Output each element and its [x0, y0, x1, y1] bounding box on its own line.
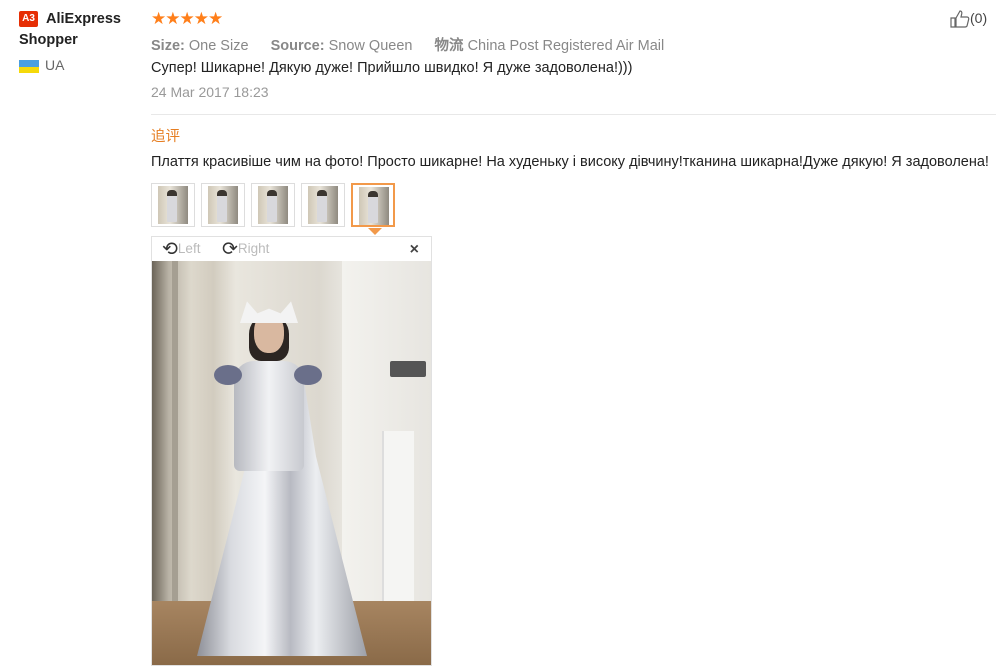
size-value: One Size	[188, 38, 249, 54]
rotate-right-button[interactable]: ⟳Right	[222, 238, 269, 261]
ukraine-flag-icon	[19, 60, 39, 73]
divider	[151, 114, 996, 115]
additional-feedback-title: 追评	[151, 129, 180, 145]
photo-thumbnail[interactable]	[251, 183, 295, 227]
selected-thumbnail-pointer	[368, 228, 382, 235]
review-photo[interactable]	[152, 261, 431, 665]
star-rating: ★★★★★	[151, 9, 223, 28]
rotate-right-icon: ⟳	[222, 239, 238, 260]
helpful-button[interactable]: (0)	[950, 10, 987, 28]
viewer-toolbar: ⟲Left ⟳Right ×	[152, 237, 431, 261]
photo-thumbnail[interactable]	[301, 183, 345, 227]
shipping-label: 物流	[434, 38, 464, 54]
review-date: 24 Mar 2017 18:23	[151, 84, 269, 100]
source-label: Source:	[270, 38, 325, 54]
rotate-left-icon: ⟲	[162, 239, 178, 260]
user-name: AliExpress Shopper	[19, 11, 121, 48]
thumbs-up-icon	[950, 10, 970, 28]
source-value: Snow Queen	[328, 38, 413, 54]
rotate-right-label: Right	[237, 241, 270, 257]
photo-thumbnail[interactable]	[201, 183, 245, 227]
order-meta: Size: One Size Source: Snow Queen 物流 Chi…	[151, 34, 664, 55]
review-text: Супер! Шикарне! Дякую дуже! Прийшло швид…	[151, 60, 633, 76]
rotate-left-label: Left	[177, 241, 201, 257]
photo-thumbnail-selected[interactable]	[351, 183, 395, 227]
additional-feedback-text: Плаття красивіше чим на фото! Просто шик…	[151, 154, 989, 170]
shipping-value: China Post Registered Air Mail	[467, 38, 665, 54]
photo-thumbnail[interactable]	[151, 183, 195, 227]
size-label: Size:	[151, 38, 185, 54]
user-country: UA	[45, 57, 65, 73]
helpful-count: (0)	[970, 10, 988, 26]
close-viewer-button[interactable]: ×	[410, 241, 419, 259]
photo-viewer: ⟲Left ⟳Right ×	[151, 236, 432, 666]
rotate-left-button[interactable]: ⟲Left	[162, 238, 200, 261]
